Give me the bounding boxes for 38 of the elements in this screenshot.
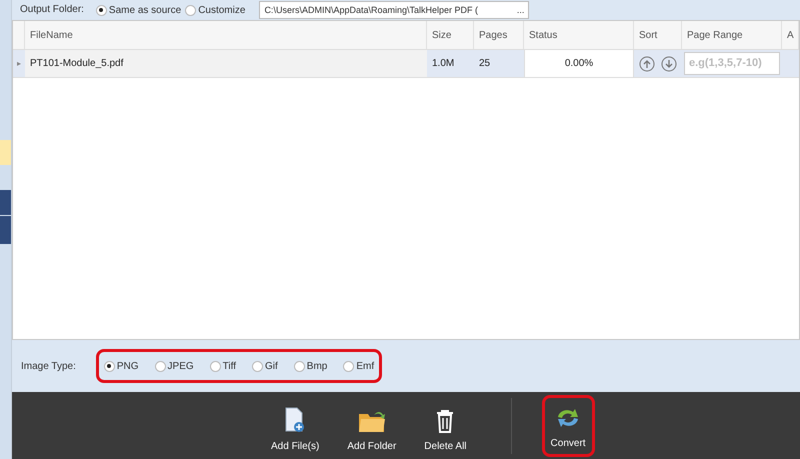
output-folder-label: Output Folder:	[20, 5, 84, 15]
column-header: FileName	[25, 21, 427, 49]
column-header: Status	[524, 21, 634, 49]
trash-icon	[436, 408, 454, 432]
radio-button[interactable]	[96, 4, 107, 16]
radio-button[interactable]	[154, 360, 166, 372]
radio-button[interactable]	[252, 360, 263, 372]
column-header: A	[782, 21, 799, 49]
radio-option[interactable]: Emf	[343, 358, 374, 374]
radio-option[interactable]: Tiff	[210, 358, 236, 374]
table-row[interactable]: ▸ PT101-Module_5.pdf 1.0M 25 0.00% e.g(1,3,5,7-10)	[13, 50, 799, 78]
radio-option[interactable]: Gif	[252, 358, 278, 374]
toolbar-button[interactable]: Add File(s)	[265, 394, 326, 456]
table-cell-text: 1.0M	[431, 57, 456, 71]
radio-button[interactable]	[185, 4, 196, 16]
column-header: Page Range	[682, 21, 782, 49]
page-range-field[interactable]: e.g(1,3,5,7-10)	[684, 52, 780, 75]
column-header: Size	[427, 21, 474, 49]
status-cell: 0.00%	[524, 50, 634, 77]
add-file-icon	[285, 406, 306, 432]
table-cell: PT101-Module_5.pdf	[25, 50, 427, 77]
toolbar-button[interactable]: Convert	[542, 394, 595, 456]
table-cell-text: 25	[478, 57, 492, 71]
column-header: Sort	[634, 21, 682, 49]
radio-button[interactable]	[210, 360, 221, 372]
radio-option[interactable]: PNG	[104, 358, 139, 374]
radio-option[interactable]: Bmp	[294, 358, 328, 374]
radio-option[interactable]: JPEG	[154, 358, 194, 374]
radio-button[interactable]	[343, 360, 354, 372]
toolbar-button[interactable]: Delete All	[418, 394, 473, 456]
radio-option[interactable]: Same as source	[96, 2, 182, 18]
radio-button[interactable]	[294, 360, 305, 372]
path-field[interactable]: C:\Users\ADMIN\AppData\Roaming\TalkHelper PDF ( ...	[259, 1, 530, 19]
radio-button[interactable]	[104, 360, 115, 372]
image-type-label: Image Type:	[21, 360, 76, 374]
radio-option[interactable]: Customize	[185, 2, 246, 18]
column-header: Pages	[474, 21, 524, 49]
toolbar-button[interactable]: Add Folder	[341, 394, 402, 456]
